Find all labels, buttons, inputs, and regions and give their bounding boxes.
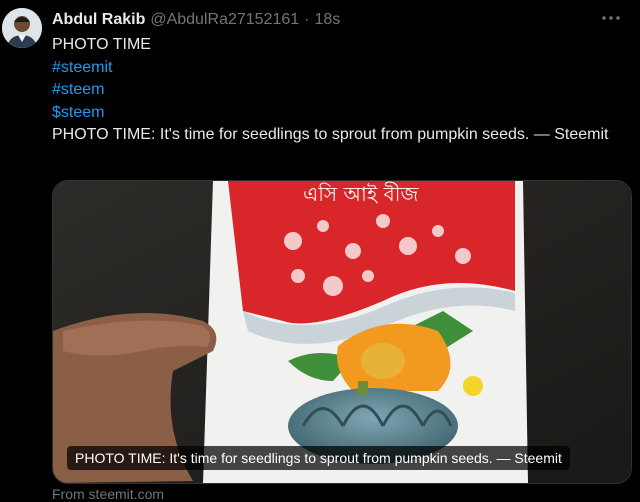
separator-dot: ·	[304, 11, 310, 28]
cashtag-steem[interactable]: $steem	[52, 102, 612, 125]
more-horizontal-icon	[602, 16, 620, 20]
tweet-text: PHOTO TIME #steemit #steem $steem PHOTO …	[52, 34, 612, 147]
more-options-button[interactable]	[600, 10, 622, 26]
author-name[interactable]: Abdul Rakib	[52, 11, 145, 29]
packet-text: এসি আই বীজ	[303, 182, 419, 206]
hashtag-steemit[interactable]: #steemit	[52, 57, 612, 80]
hashtag-steem[interactable]: #steem	[52, 79, 612, 102]
card-caption: PHOTO TIME: It's time for seedlings to s…	[67, 446, 570, 470]
timestamp[interactable]: 18s	[314, 11, 340, 29]
link-card[interactable]: এসি আই বীজ PHOTO TIME: It's time for see…	[52, 180, 632, 484]
text-line-description: PHOTO TIME: It's time for seedlings to s…	[52, 126, 609, 143]
tweet-header: Abdul Rakib @AbdulRa27152161 · 18s	[52, 9, 340, 31]
card-photo: এসি আই বীজ	[53, 181, 631, 483]
text-line-photo-time: PHOTO TIME	[52, 36, 151, 53]
avatar-image	[2, 8, 42, 48]
card-source[interactable]: From steemit.com	[52, 486, 164, 502]
avatar[interactable]	[2, 8, 42, 48]
author-handle[interactable]: @AbdulRa27152161	[150, 11, 299, 29]
